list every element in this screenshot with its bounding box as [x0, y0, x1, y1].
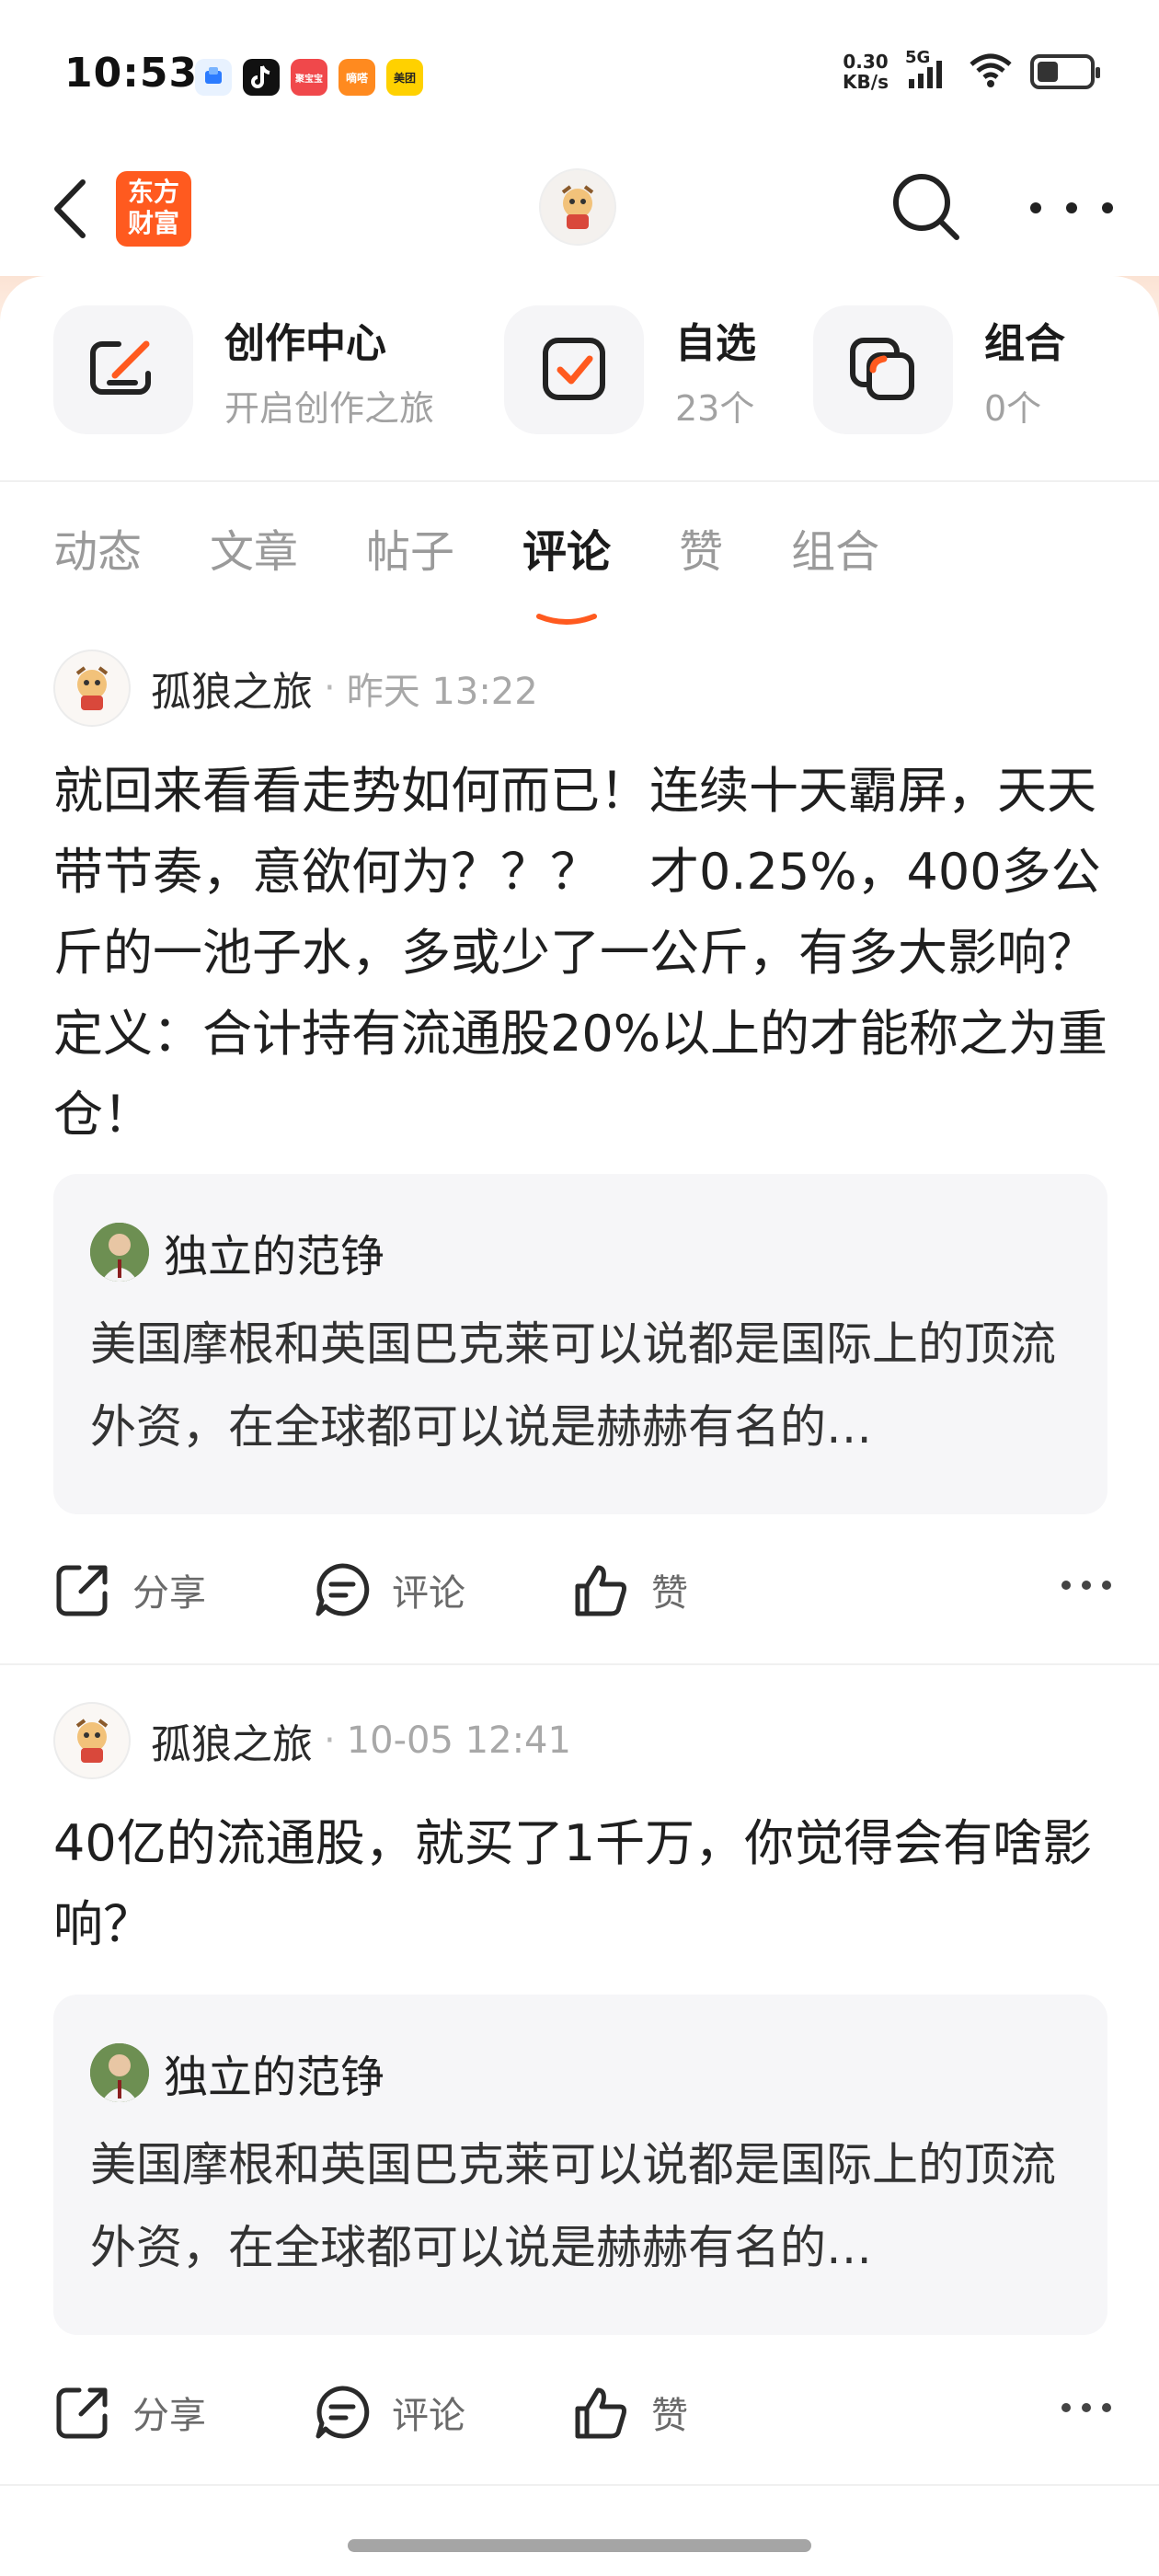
quick-title: 创作中心: [224, 319, 386, 367]
tab-likes[interactable]: 赞: [679, 515, 723, 589]
comment-button[interactable]: 评论: [313, 1553, 465, 1627]
separator-dot: ·: [324, 1719, 336, 1762]
post-content[interactable]: 40亿的流通股，就买了1千万，你觉得会有啥影响？: [53, 1803, 1111, 1965]
search-icon[interactable]: [887, 167, 966, 247]
post-header: 孤狼之旅 · 昨天 13:22: [53, 650, 538, 727]
tab-posts[interactable]: 帖子: [366, 515, 454, 589]
share-icon: [56, 2387, 108, 2439]
quoted-post[interactable]: 独立的范铮 美国摩根和英国巴克莱可以说都是国际上的顶流外资，在全球都可以说是赫赫…: [53, 1995, 1107, 2335]
logo-line2: 财富: [127, 208, 179, 238]
quick-title: 组合: [984, 319, 1065, 367]
quick-subtitle: 23个: [675, 387, 755, 429]
quote-header: 独立的范铮: [90, 1220, 384, 1284]
quick-title: 自选: [675, 319, 756, 367]
divider: [0, 1663, 1159, 1665]
share-button[interactable]: 分享: [53, 1553, 206, 1627]
notification-icon-app1: [195, 59, 232, 96]
quick-subtitle: 0个: [984, 387, 1042, 429]
more-icon[interactable]: [1061, 2403, 1111, 2412]
comment-icon: [316, 2386, 370, 2439]
tab-activity[interactable]: 动态: [53, 515, 142, 589]
more-icon[interactable]: [1061, 1581, 1111, 1590]
author-avatar[interactable]: [53, 1702, 131, 1779]
comment-label: 评论: [392, 1572, 465, 1615]
comment-icon: [316, 1563, 370, 1616]
like-button[interactable]: 赞: [572, 2375, 688, 2449]
net-speed-value: 0.30: [843, 51, 889, 73]
status-bar: 10:53 聚宝宝 嘀嗒 美团 0.30 KB/s 5G: [0, 0, 1159, 138]
quote-author-avatar: [90, 2043, 149, 2102]
thumbs-up-icon: [575, 2387, 626, 2439]
quoted-post[interactable]: 独立的范铮 美国摩根和英国巴克莱可以说都是国际上的顶流外资，在全球都可以说是赫赫…: [53, 1174, 1107, 1514]
tiktok-icon: [243, 59, 280, 96]
post-time: 10-05 12:41: [346, 1719, 571, 1762]
comment-button[interactable]: 评论: [313, 2375, 465, 2449]
net-speed: 0.30 KB/s: [843, 52, 889, 92]
separator-dot: ·: [324, 667, 336, 709]
back-arrow-icon[interactable]: [46, 177, 101, 238]
post-author[interactable]: 孤狼之旅: [151, 659, 313, 718]
like-label: 赞: [651, 2395, 688, 2437]
like-label: 赞: [651, 1572, 688, 1615]
tab-bar: 动态 文章 帖子 评论 赞 组合: [53, 515, 947, 625]
comment-label: 评论: [392, 2395, 465, 2437]
divider: [0, 480, 1159, 482]
share-label: 分享: [132, 2395, 206, 2437]
status-right: 0.30 KB/s 5G: [843, 48, 1100, 92]
portfolio-icon: [813, 305, 953, 434]
battery-icon: [1030, 54, 1100, 89]
logo-line1: 东方: [127, 177, 179, 207]
share-label: 分享: [132, 1572, 206, 1615]
quick-entry-create[interactable]: 创作中心 开启创作之旅: [53, 305, 434, 434]
quote-text: 美国摩根和英国巴克莱可以说都是国际上的顶流外资，在全球都可以说是赫赫有名的…: [90, 1317, 1056, 1454]
post-header: 孤狼之旅 · 10-05 12:41: [53, 1702, 571, 1779]
meituan-icon: 美团: [386, 59, 423, 96]
quote-text: 美国摩根和英国巴克莱可以说都是国际上的顶流外资，在全球都可以说是赫赫有名的…: [90, 2138, 1056, 2274]
quote-author-avatar: [90, 1223, 149, 1282]
like-button[interactable]: 赞: [572, 1553, 688, 1627]
user-avatar[interactable]: [539, 168, 616, 246]
share-icon: [56, 1565, 108, 1616]
post-author[interactable]: 孤狼之旅: [151, 1711, 313, 1770]
quick-subtitle: 开启创作之旅: [224, 387, 435, 429]
quick-entry-portfolio[interactable]: 组合 0个: [813, 305, 1065, 434]
quick-entry-watchlist[interactable]: 自选 23个: [504, 305, 756, 434]
post-content[interactable]: 就回来看看走势如何而已！连续十天霸屏，天天带节奏，意欲何为？？？ 才0.25%，…: [53, 751, 1146, 1156]
eastmoney-logo: 东方 财富: [116, 171, 191, 247]
tab-comments[interactable]: 评论: [522, 515, 612, 625]
post-actions: 分享 评论 赞: [53, 1553, 1111, 1627]
quote-author: 独立的范铮: [164, 1231, 385, 1282]
divider: [0, 2484, 1159, 2486]
tab-articles[interactable]: 文章: [210, 515, 298, 589]
home-indicator[interactable]: [348, 2539, 811, 2552]
tab-comments-label: 评论: [522, 526, 612, 578]
quote-author: 独立的范铮: [164, 2052, 385, 2103]
status-time: 10:53: [64, 50, 199, 97]
post-actions: 分享 评论 赞: [53, 2375, 1111, 2449]
author-avatar[interactable]: [53, 650, 131, 727]
quote-header: 独立的范铮: [90, 2041, 384, 2105]
more-icon[interactable]: [1030, 180, 1113, 236]
checkbox-icon: [504, 305, 644, 434]
notification-icon-app3: 聚宝宝: [291, 59, 327, 96]
notification-icon-app4: 嘀嗒: [339, 59, 375, 96]
active-tab-indicator: [536, 614, 598, 625]
share-button[interactable]: 分享: [53, 2375, 206, 2449]
signal-icon: 5G: [905, 48, 951, 90]
net-speed-unit: KB/s: [843, 71, 889, 93]
thumbs-up-icon: [575, 1565, 626, 1616]
wifi-icon: [968, 52, 1014, 92]
post-time: 昨天 13:22: [346, 671, 538, 713]
tab-portfolio[interactable]: 组合: [791, 515, 879, 589]
edit-icon: [53, 305, 193, 434]
